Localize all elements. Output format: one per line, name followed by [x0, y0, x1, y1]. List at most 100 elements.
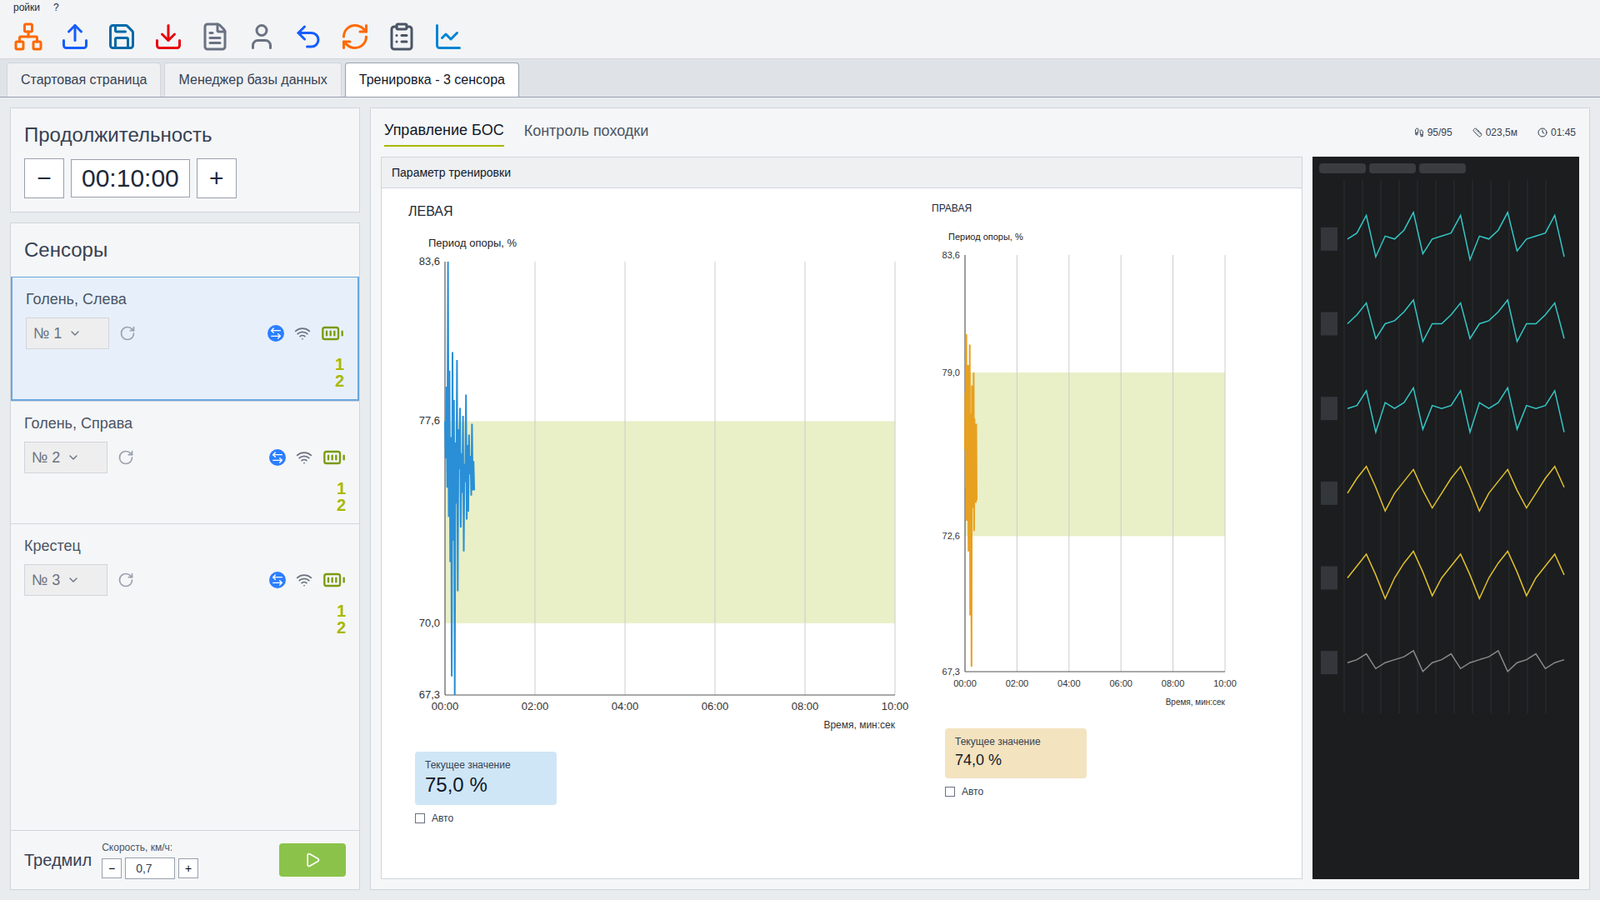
reconnect-icon[interactable] — [117, 571, 135, 589]
y-tick: 79,0 — [942, 367, 960, 378]
x-axis — [445, 695, 895, 696]
battery-icon — [320, 321, 345, 345]
tab[interactable]: Стартовая страница — [6, 62, 161, 97]
x-tick: 10:00 — [881, 700, 910, 713]
speed-minus-button[interactable]: − — [101, 858, 122, 879]
status-icon — [1414, 127, 1425, 138]
sensor-device-select[interactable]: № 2 — [24, 441, 108, 474]
dropdown-icon — [66, 573, 80, 587]
treadmill-start-button[interactable] — [279, 843, 346, 877]
y-tick: 67,3 — [419, 688, 440, 701]
sensor-device-select[interactable]: № 1 — [25, 317, 110, 350]
refresh-icon[interactable] — [340, 21, 370, 52]
sensors-title: Сенсоры — [10, 223, 360, 277]
sensor-channel: 2 — [336, 619, 346, 636]
status-icon — [1472, 127, 1483, 138]
monitor-tab[interactable] — [1419, 163, 1466, 174]
x-axis — [965, 671, 1225, 673]
duration-panel: Продолжительность−00:10:00+ — [10, 107, 360, 213]
chart-block: ЛЕВАЯПериод опоры, %00:0002:0004:0006:00… — [395, 201, 912, 825]
signal-icon — [294, 325, 311, 342]
grid-line — [445, 261, 446, 695]
duration-minus-button[interactable]: − — [24, 158, 65, 199]
signal-trace — [1347, 551, 1565, 600]
grid-line — [715, 261, 716, 695]
undo-icon[interactable] — [293, 21, 324, 52]
chart-side-title: ПРАВАЯ — [925, 201, 1242, 215]
upload-icon[interactable] — [60, 21, 90, 52]
sensor-device-select[interactable]: № 3 — [24, 564, 108, 596]
y-tick: 72,6 — [942, 530, 960, 541]
grid-line — [805, 261, 806, 695]
subtab[interactable]: Контроль походки — [524, 119, 650, 146]
status-item: 01:45 — [1537, 125, 1576, 140]
x-tick: 04:00 — [1057, 678, 1081, 689]
patient-icon[interactable] — [246, 21, 277, 52]
toolbar — [0, 15, 1600, 60]
tree-icon[interactable] — [13, 21, 44, 52]
menu-item[interactable]: ? — [53, 0, 60, 15]
save-icon[interactable] — [106, 21, 137, 52]
x-tick: 00:00 — [431, 700, 460, 713]
subtab-bar: Управление БОСКонтроль походки95/95023,5… — [370, 108, 1590, 147]
monitor-tab[interactable] — [1319, 163, 1366, 174]
grid-line — [535, 261, 536, 695]
x-axis-title: Время, мин:сек — [823, 719, 895, 731]
reconnect-icon[interactable] — [119, 325, 136, 342]
reconnect-icon[interactable] — [117, 449, 135, 466]
app-window: ройки? Стартовая страницаМенеджер базы да… — [0, 0, 1600, 900]
battery-icon — [322, 568, 346, 592]
sensor-channel: 1 — [335, 355, 345, 373]
x-tick: 08:00 — [1161, 678, 1185, 689]
duration-value[interactable]: 00:10:00 — [70, 159, 190, 198]
current-value-label: Текущее значение — [425, 758, 547, 772]
x-tick: 02:00 — [521, 700, 550, 713]
speed-value[interactable]: 0,7 — [125, 857, 175, 880]
signal-icon — [295, 449, 313, 466]
auto-checkbox[interactable]: Авто — [945, 785, 1242, 799]
series-line — [965, 334, 977, 667]
status-item: 023,5м — [1472, 125, 1518, 140]
trace-label-box — [1320, 566, 1338, 590]
x-tick: 04:00 — [611, 700, 640, 713]
sensor-card[interactable]: Голень, Слева№ 112 — [10, 276, 360, 401]
auto-checkbox[interactable]: Авто — [415, 811, 912, 825]
panel-title: Параметр тренировки — [381, 157, 1302, 189]
sensor-name: Крестец — [24, 534, 346, 558]
tab[interactable]: Менеджер базы данных — [164, 62, 341, 97]
duration-plus-button[interactable]: + — [196, 158, 237, 199]
grid-line — [1068, 255, 1070, 672]
speed-plus-button[interactable]: + — [178, 858, 199, 879]
tab[interactable]: Тренировка - 3 сенсора — [345, 62, 520, 97]
series-line — [445, 261, 475, 695]
monitor-tab[interactable] — [1369, 163, 1416, 174]
sensor-channel: 1 — [336, 602, 346, 620]
current-value: 74,0 % — [955, 748, 1077, 772]
chart-icon[interactable] — [433, 21, 464, 52]
sensor-card[interactable]: Крестец № 3 12 — [10, 523, 360, 646]
status-icon — [1537, 127, 1548, 138]
sensor-card[interactable]: Голень, Справа№ 212 — [10, 400, 360, 524]
x-axis-title: Время, мин:сек — [1165, 697, 1226, 707]
main-panel: Управление БОСКонтроль походки95/95023,5… — [370, 107, 1590, 890]
current-value-box: Текущее значение75,0 % — [415, 751, 557, 805]
grid-line — [895, 261, 896, 695]
sensor-channel: 2 — [336, 496, 346, 514]
subtab[interactable]: Управление БОС — [384, 118, 505, 147]
menu-item[interactable]: ройки — [13, 0, 40, 15]
x-tick: 08:00 — [791, 700, 820, 713]
treadmill-panel: ТредмилСкорость, км/ч:−0,7+ — [10, 830, 360, 890]
left-sidebar: Продолжительность−00:10:00+ Сенсоры Голень… — [10, 107, 360, 890]
x-tick: 10:00 — [1213, 678, 1237, 689]
y-axis-title: Период опоры, % — [948, 231, 1024, 242]
speed-label: Скорость, км/ч: — [101, 840, 199, 855]
report-icon[interactable] — [200, 21, 230, 52]
y-tick: 77,6 — [419, 414, 440, 427]
trace-label-box — [1320, 312, 1338, 336]
download-icon[interactable] — [153, 21, 184, 52]
signal-monitor — [1312, 156, 1580, 880]
y-axis — [445, 261, 446, 695]
list-icon[interactable] — [386, 21, 417, 52]
grid-line — [625, 261, 626, 695]
x-tick: 02:00 — [1005, 678, 1030, 689]
